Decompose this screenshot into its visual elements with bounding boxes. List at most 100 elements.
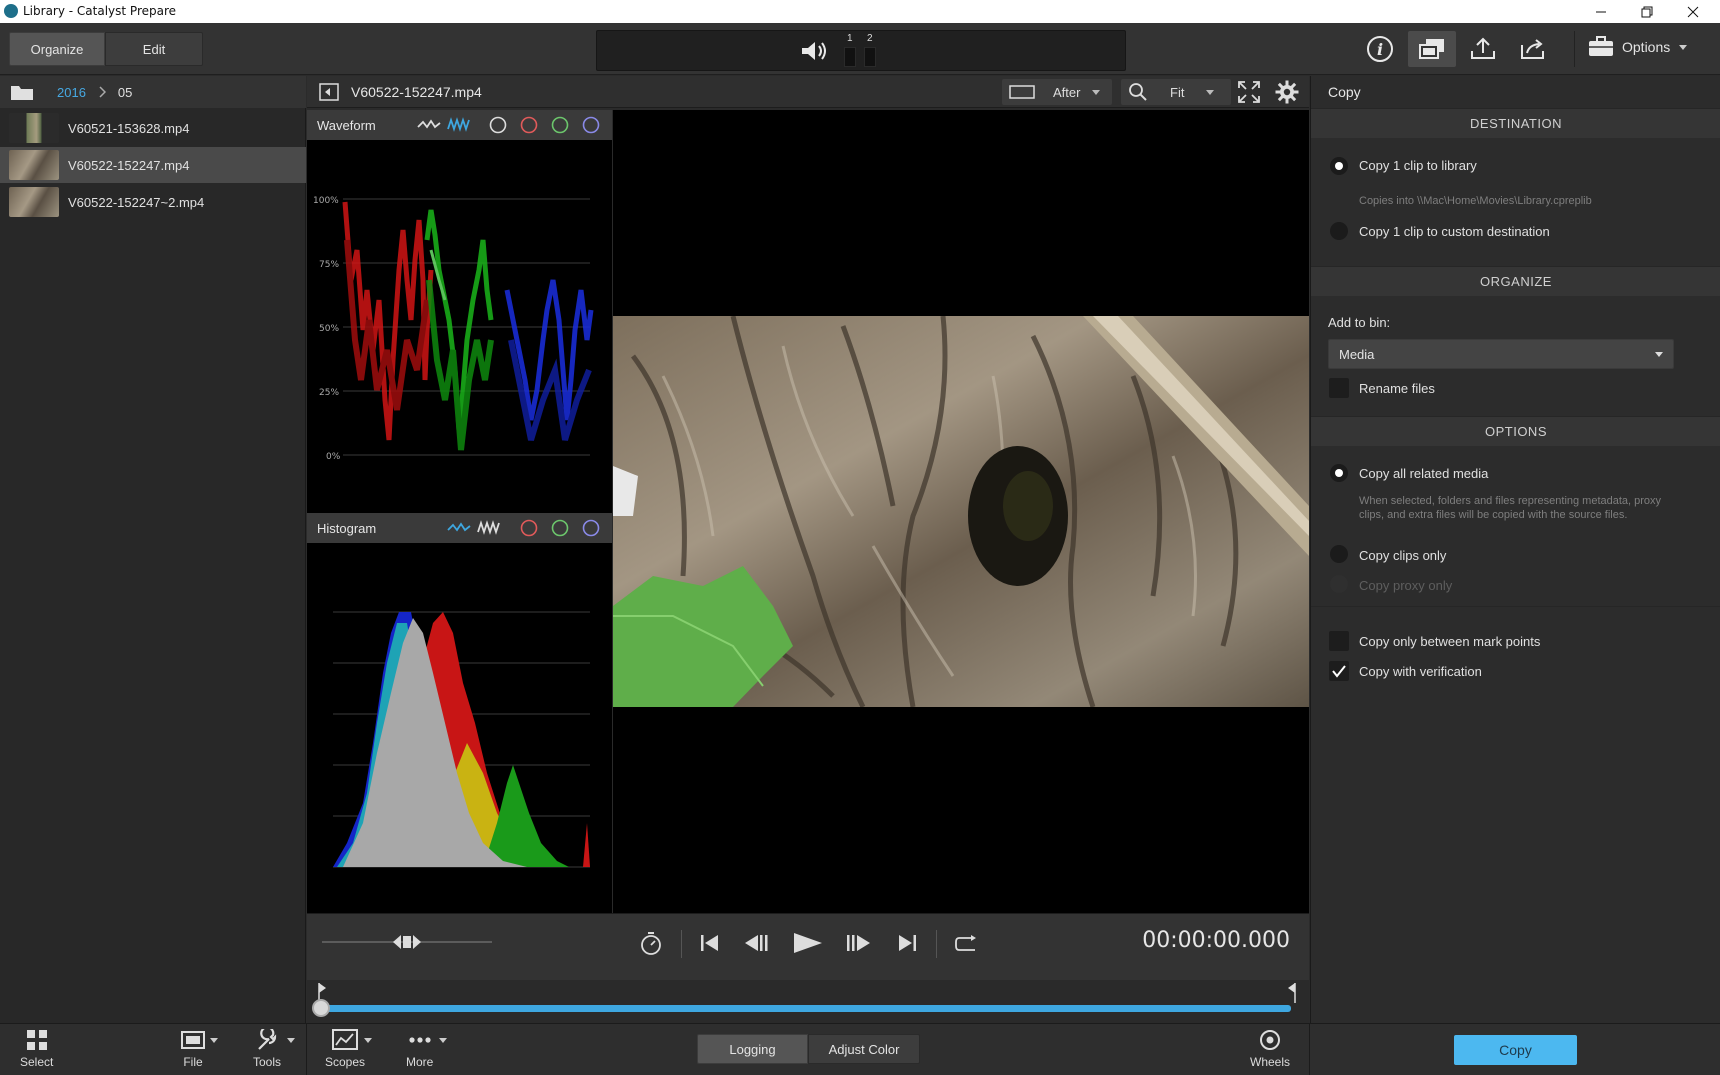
add-to-bin-label: Add to bin: xyxy=(1328,315,1391,330)
organize-mode-button[interactable]: Organize xyxy=(9,32,105,66)
transport-bar: 00:00:00.000 xyxy=(307,913,1309,1024)
fullscreen-button[interactable] xyxy=(1238,81,1260,103)
restore-button[interactable] xyxy=(1624,0,1670,23)
close-button[interactable] xyxy=(1670,0,1716,23)
green-channel-icon[interactable] xyxy=(551,116,569,134)
go-to-start-button[interactable] xyxy=(700,934,720,952)
video-viewer[interactable] xyxy=(613,110,1309,913)
clip-name: V60522-152247~2.mp4 xyxy=(68,194,205,210)
bottom-bar: Select File Tools Scopes More Logging Ad… xyxy=(0,1023,1720,1075)
bin-select[interactable]: Media xyxy=(1328,339,1674,369)
options-label: Options xyxy=(1622,39,1671,55)
waveform-title: Waveform xyxy=(317,117,376,133)
breadcrumb-year[interactable]: 2016 xyxy=(57,85,86,100)
viewer-settings-button[interactable] xyxy=(1275,80,1299,104)
red-channel-icon[interactable] xyxy=(520,116,538,134)
copy-proxy-only-radio xyxy=(1330,575,1348,593)
compare-mode-value: After xyxy=(1053,84,1081,100)
minimize-button[interactable] xyxy=(1578,0,1624,23)
upload-button[interactable] xyxy=(1459,31,1507,67)
scope-chart-icon xyxy=(332,1029,373,1050)
rename-files-checkbox[interactable] xyxy=(1329,378,1349,398)
rgb-parade-icon[interactable] xyxy=(447,117,471,133)
chevron-down-icon xyxy=(1092,90,1101,95)
copy-to-custom-label[interactable]: Copy 1 clip to custom destination xyxy=(1359,224,1550,239)
clip-item[interactable]: V60521-153628.mp4 xyxy=(0,110,306,146)
copy-clips-only-radio[interactable] xyxy=(1330,545,1348,563)
compare-mode-dropdown[interactable]: After xyxy=(1002,79,1112,105)
copy-clips-only-label[interactable]: Copy clips only xyxy=(1359,548,1446,563)
luma-waveform-icon[interactable] xyxy=(417,117,441,133)
breadcrumb-month[interactable]: 05 xyxy=(118,85,132,100)
mark-points-checkbox[interactable] xyxy=(1329,631,1349,651)
red-channel-icon[interactable] xyxy=(520,519,538,537)
folder-icon xyxy=(11,86,33,100)
blue-channel-icon[interactable] xyxy=(582,116,600,134)
more-dots-icon xyxy=(409,1037,447,1043)
copy-clips-icon xyxy=(1419,39,1444,59)
clip-thumbnail xyxy=(9,187,59,217)
speaker-icon[interactable] xyxy=(800,40,830,62)
adjust-color-mode-button[interactable]: Adjust Color xyxy=(808,1034,920,1064)
select-button[interactable]: Select xyxy=(20,1029,53,1069)
collapse-panel-button[interactable] xyxy=(319,83,339,101)
options-menu-button[interactable]: Options xyxy=(1588,36,1688,58)
copy-mode-button[interactable] xyxy=(1408,31,1456,67)
playhead-handle[interactable] xyxy=(312,999,330,1017)
title-bar: Library - Catalyst Prepare xyxy=(0,0,1720,23)
blue-channel-icon[interactable] xyxy=(582,519,600,537)
breadcrumb: 2016 05 xyxy=(0,76,306,108)
red-parade-trace xyxy=(342,201,434,441)
shuttle-slider-handle[interactable] xyxy=(392,933,422,951)
mark-points-label[interactable]: Copy only between mark points xyxy=(1359,634,1540,649)
loop-button[interactable] xyxy=(955,934,979,954)
step-forward-button[interactable] xyxy=(843,934,871,952)
info-button[interactable]: i xyxy=(1356,31,1404,67)
clip-item[interactable]: V60522-152247~2.mp4 xyxy=(0,184,306,220)
audio-channel-2-label: 2 xyxy=(867,33,873,44)
luma-channel-icon[interactable] xyxy=(489,116,507,134)
timeline-track[interactable] xyxy=(319,1005,1291,1012)
go-to-end-button[interactable] xyxy=(897,934,917,952)
luma-histogram-icon[interactable] xyxy=(447,520,471,536)
green-channel-icon[interactable] xyxy=(551,519,569,537)
verification-label[interactable]: Copy with verification xyxy=(1359,664,1482,679)
tools-label: Tools xyxy=(253,1055,282,1069)
export-button[interactable] xyxy=(1510,31,1558,67)
copy-to-library-label[interactable]: Copy 1 clip to library xyxy=(1359,158,1477,173)
waveform-tick: 75% xyxy=(319,260,339,270)
more-menu-button[interactable]: More xyxy=(406,1029,449,1069)
zoom-dropdown[interactable]: Fit xyxy=(1121,79,1231,105)
file-menu-button[interactable]: File xyxy=(180,1029,220,1069)
audio-meter-2 xyxy=(864,47,876,67)
copy-all-related-label[interactable]: Copy all related media xyxy=(1359,466,1488,481)
rgb-histogram-icon[interactable] xyxy=(477,520,501,536)
film-strip-icon xyxy=(181,1031,218,1049)
copy-to-library-radio[interactable] xyxy=(1330,157,1348,175)
skip-end-icon xyxy=(899,935,916,951)
upload-icon xyxy=(1471,37,1495,59)
clip-item-selected[interactable]: V60522-152247.mp4 xyxy=(0,147,306,183)
destination-section-header: DESTINATION xyxy=(1311,108,1720,138)
mark-out-flag[interactable] xyxy=(1287,983,1297,1003)
close-icon xyxy=(1687,6,1699,17)
copy-button[interactable]: Copy xyxy=(1454,1035,1577,1065)
stopwatch-icon xyxy=(641,932,661,955)
timer-button[interactable] xyxy=(640,931,662,955)
copy-proxy-only-label: Copy proxy only xyxy=(1359,578,1453,593)
logging-mode-button[interactable]: Logging xyxy=(697,1034,808,1064)
tools-menu-button[interactable]: Tools xyxy=(253,1029,297,1069)
copy-to-custom-radio[interactable] xyxy=(1330,222,1348,240)
step-back-icon xyxy=(745,935,768,951)
rename-files-label[interactable]: Rename files xyxy=(1359,381,1435,396)
copy-all-related-radio[interactable] xyxy=(1330,464,1348,482)
step-back-button[interactable] xyxy=(744,934,772,952)
edit-mode-button[interactable]: Edit xyxy=(105,32,203,66)
waveform-tick: 25% xyxy=(319,388,339,398)
play-button[interactable] xyxy=(793,932,823,954)
scopes-label: Scopes xyxy=(325,1055,366,1069)
histogram-plot xyxy=(307,543,613,913)
wheels-button[interactable]: Wheels xyxy=(1250,1029,1290,1069)
scopes-menu-button[interactable]: Scopes xyxy=(325,1029,381,1069)
verification-checkbox[interactable] xyxy=(1329,661,1349,681)
